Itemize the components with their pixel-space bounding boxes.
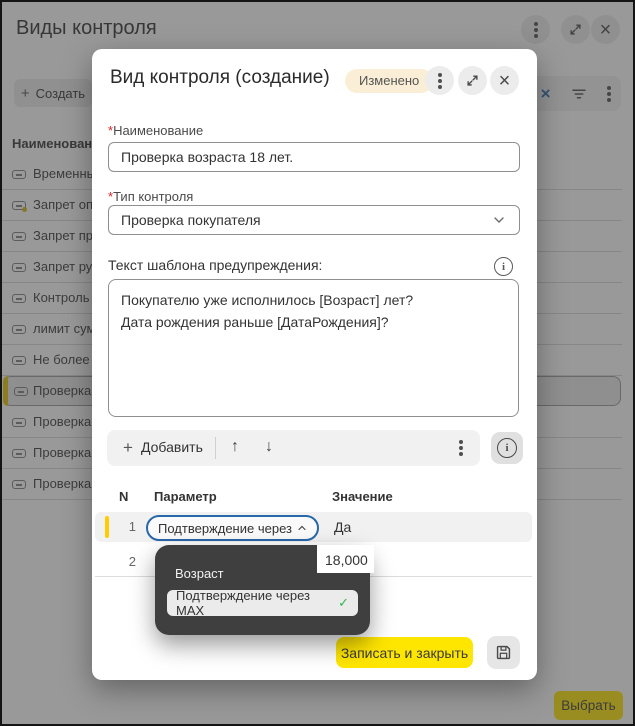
row-number: 1 bbox=[122, 519, 136, 534]
modified-badge: Изменено bbox=[345, 69, 433, 93]
type-field-label: *Тип контроля bbox=[108, 189, 193, 204]
type-select-value: Проверка покупателя bbox=[121, 212, 261, 228]
column-header-value[interactable]: Значение bbox=[332, 489, 393, 504]
column-header-param[interactable]: Параметр bbox=[154, 489, 217, 504]
control-type-dialog: Вид контроля (создание) Изменено × *Наим… bbox=[92, 49, 537, 680]
template-line: Покупателю уже исполнилось [Возраст] лет… bbox=[121, 289, 506, 311]
save-button[interactable] bbox=[487, 636, 520, 669]
current-row-marker bbox=[105, 516, 109, 538]
name-input[interactable]: Проверка возраста 18 лет. bbox=[108, 142, 520, 172]
chevron-up-icon bbox=[296, 522, 308, 534]
params-info-button[interactable]: i bbox=[491, 432, 523, 464]
param-value-cell[interactable]: Да bbox=[334, 519, 351, 535]
floppy-save-icon bbox=[494, 643, 513, 662]
name-field-label: *Наименование bbox=[108, 123, 203, 138]
move-down-button[interactable]: ↓ bbox=[265, 439, 273, 455]
plus-icon: + bbox=[123, 438, 133, 458]
param-dropdown-value: Подтверждение через MAX bbox=[158, 521, 296, 536]
params-toolbar: + Добавить ↑ ↓ bbox=[107, 430, 480, 466]
dialog-title: Вид контроля (создание) bbox=[110, 67, 330, 89]
dropdown-option[interactable]: Возраст bbox=[175, 566, 224, 581]
template-textarea[interactable]: Покупателю уже исполнилось [Возраст] лет… bbox=[108, 279, 519, 417]
dropdown-option-selected[interactable]: Подтверждение через MAX ✓ bbox=[167, 590, 358, 616]
expand-icon bbox=[465, 73, 480, 88]
param-value-cell[interactable]: 18,000 bbox=[317, 545, 374, 573]
save-and-close-button[interactable]: Записать и закрыть bbox=[336, 637, 473, 668]
add-row-button[interactable]: Добавить bbox=[141, 439, 203, 455]
dialog-expand-button[interactable] bbox=[458, 66, 487, 95]
template-label: Текст шаблона предупреждения: bbox=[108, 257, 322, 273]
chevron-down-icon bbox=[491, 212, 507, 228]
column-header-n[interactable]: N bbox=[119, 489, 128, 504]
dialog-menu-button[interactable] bbox=[425, 66, 454, 95]
type-select[interactable]: Проверка покупателя bbox=[108, 205, 520, 235]
kebab-menu-icon bbox=[438, 79, 442, 83]
app-window: Виды контроля × + Создать × Наименование… bbox=[0, 0, 635, 726]
close-icon: × bbox=[499, 71, 511, 91]
info-icon[interactable]: i bbox=[494, 257, 513, 276]
check-icon: ✓ bbox=[338, 595, 349, 611]
name-input-value: Проверка возраста 18 лет. bbox=[121, 149, 293, 165]
more-actions-button[interactable] bbox=[459, 446, 463, 450]
toolbar-divider bbox=[215, 437, 216, 459]
row-number: 2 bbox=[122, 554, 136, 569]
template-line: Дата рождения раньше [ДатаРождения]? bbox=[121, 311, 506, 333]
param-dropdown-control[interactable]: Подтверждение через MAX bbox=[146, 515, 319, 541]
dialog-close-button[interactable]: × bbox=[490, 66, 519, 95]
info-icon: i bbox=[497, 438, 517, 458]
move-up-button[interactable]: ↑ bbox=[231, 439, 239, 455]
